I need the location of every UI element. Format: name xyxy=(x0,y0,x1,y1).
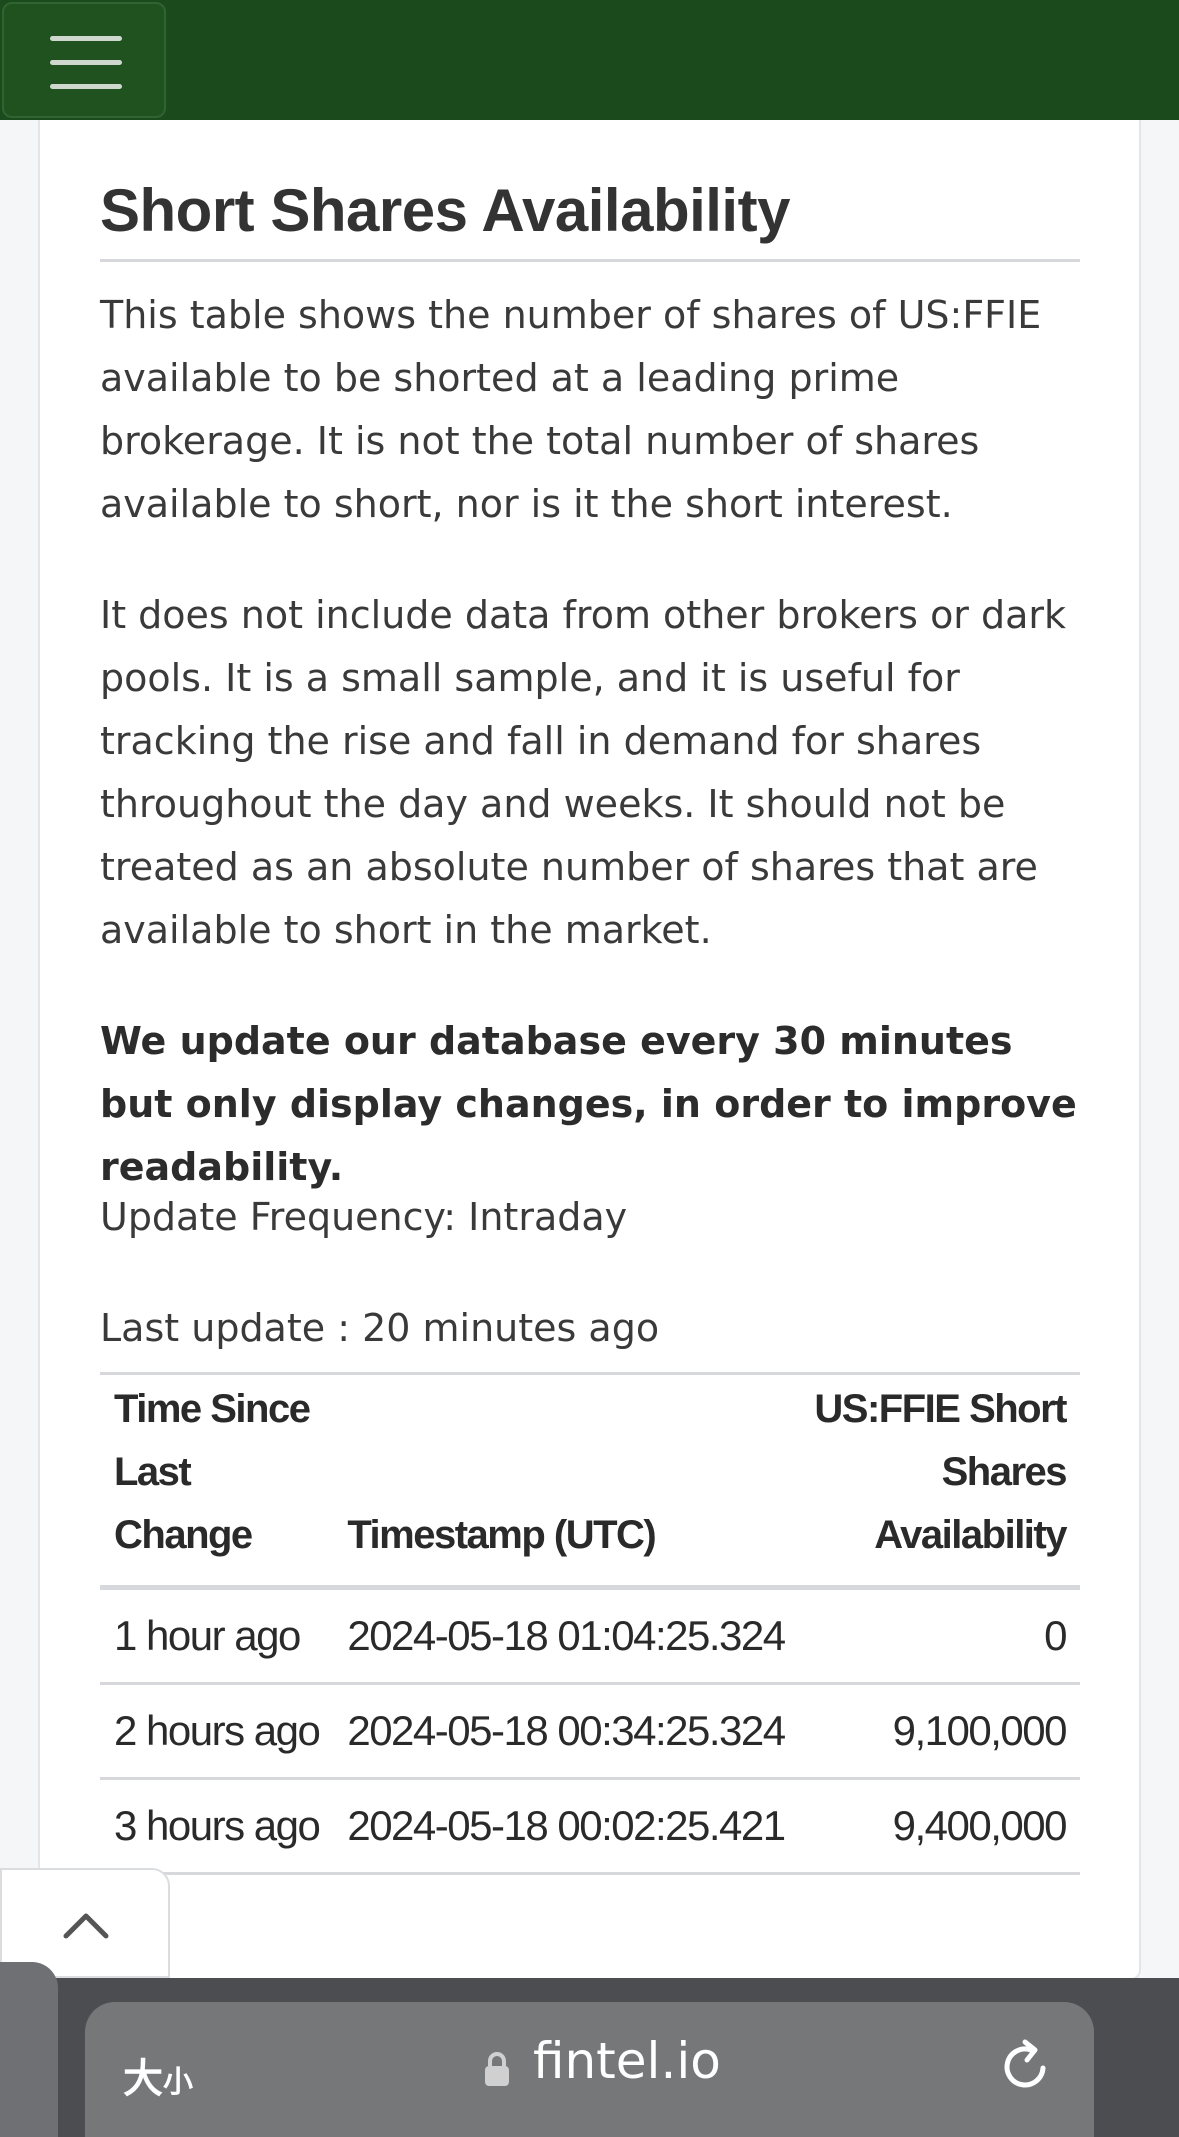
lock-icon xyxy=(485,2052,509,2086)
hamburger-menu-button[interactable] xyxy=(2,2,166,118)
intro-paragraph: This table shows the number of shares of… xyxy=(100,293,1042,526)
cell-availability: 9,100,000 xyxy=(798,1683,1080,1780)
col-header-availability[interactable]: US:FFIE Short Shares Availability xyxy=(798,1372,1080,1590)
chevron-up-icon xyxy=(63,1913,109,1939)
disclaimer-paragraph: It does not include data from other brok… xyxy=(100,593,1067,952)
cell-timestamp: 2024-05-18 00:02:25.421 xyxy=(333,1778,799,1875)
table-row: 3 hours ago 2024-05-18 00:02:25.421 9,40… xyxy=(100,1778,1080,1875)
hamburger-icon-line xyxy=(50,84,122,89)
hamburger-icon-line xyxy=(50,60,122,65)
reload-icon[interactable] xyxy=(997,2038,1053,2094)
cell-availability: 9,400,000 xyxy=(798,1778,1080,1875)
cell-time-since: 3 hours ago xyxy=(100,1778,334,1875)
cell-time-since: 1 hour ago xyxy=(100,1587,334,1685)
previous-tab-stub[interactable] xyxy=(0,1962,58,2137)
cell-timestamp: 2024-05-18 00:34:25.324 xyxy=(333,1683,799,1780)
top-navbar xyxy=(0,0,1179,120)
section-title: Short Shares Availability xyxy=(100,176,1080,262)
url-domain[interactable]: fintel.io xyxy=(533,2032,721,2090)
cell-availability: 0 xyxy=(798,1587,1080,1685)
table-header-row: Time Since Last Change Timestamp (UTC) U… xyxy=(100,1372,1080,1590)
short-availability-table: Time Since Last Change Timestamp (UTC) U… xyxy=(100,1372,1080,1875)
table-row: 1 hour ago 2024-05-18 01:04:25.324 0 xyxy=(100,1587,1080,1685)
text-size-button[interactable]: 大小 xyxy=(123,2046,193,2104)
address-bar[interactable]: 大小 fintel.io xyxy=(85,2002,1094,2137)
update-frequency: Update Frequency: Intraday xyxy=(100,1195,628,1239)
table-row: 2 hours ago 2024-05-18 00:34:25.324 9,10… xyxy=(100,1683,1080,1780)
last-update: Last update : 20 minutes ago xyxy=(100,1297,1080,1375)
cell-timestamp: 2024-05-18 01:04:25.324 xyxy=(333,1587,799,1685)
cell-time-since: 2 hours ago xyxy=(100,1683,334,1780)
col-header-time-since[interactable]: Time Since Last Change xyxy=(100,1372,334,1590)
col-header-timestamp[interactable]: Timestamp (UTC) xyxy=(333,1372,799,1590)
hamburger-icon-line xyxy=(50,36,122,41)
update-notice: We update our database every 30 minutes … xyxy=(100,1019,1077,1189)
